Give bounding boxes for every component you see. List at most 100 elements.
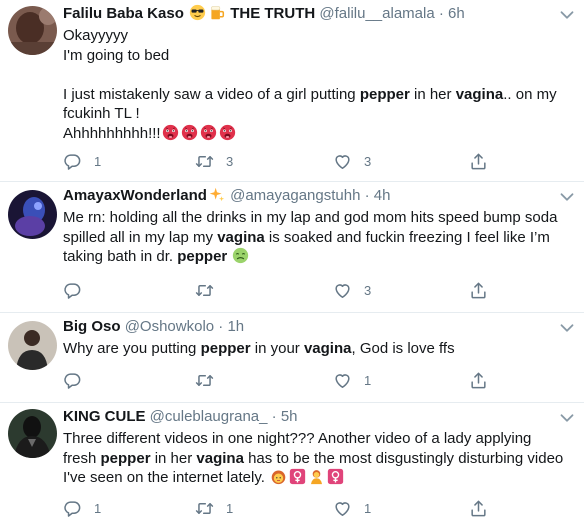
like-count: 1 [364, 372, 372, 388]
reply-icon [63, 281, 82, 300]
reply-button[interactable] [63, 279, 94, 301]
like-button[interactable]: 3 [333, 279, 371, 301]
hot-face-emoji [219, 124, 236, 141]
text-line: I just mistakenly saw a video of a girl … [63, 85, 557, 103]
woman-face-emoji [270, 468, 287, 485]
like-count: 3 [364, 282, 372, 298]
hot-face-emoji [200, 124, 217, 141]
handle[interactable]: @Oshowkolo [125, 318, 214, 335]
separator: · [271, 408, 277, 425]
share-icon [469, 371, 488, 390]
woman-bowing-emoji [308, 468, 325, 485]
sunglasses-face-emoji [189, 4, 206, 21]
text-line: I'm going to bed [63, 46, 170, 64]
retweet-icon [195, 499, 214, 518]
like-button[interactable]: 3 [333, 150, 371, 172]
tweet-2[interactable]: AmayaxWonderland @amayagangstuhh · 4h Me… [0, 182, 584, 313]
tweet-actions: 1 3 3 [63, 150, 503, 172]
reply-icon [63, 152, 82, 171]
retweet-icon [195, 281, 214, 300]
share-icon [469, 152, 488, 171]
reply-button[interactable]: 1 [63, 497, 101, 519]
tweet-header: KING CULE @culeblaugrana_ · 5h [63, 407, 298, 427]
text-line: Okayyyyy [63, 27, 129, 44]
display-name-suffix[interactable]: THE TRUTH [230, 5, 315, 22]
retweet-icon [195, 152, 214, 171]
sparkles-emoji [208, 186, 225, 203]
hot-face-emoji [162, 124, 179, 141]
nauseated-face-emoji [232, 247, 249, 264]
tweet-1[interactable]: Falilu Baba Kaso THE TRUTH @falilu__alam… [0, 0, 584, 182]
heart-icon [333, 281, 352, 300]
text-line: Me rn: holding all the drinks in my lap … [63, 209, 558, 226]
heart-icon [333, 499, 352, 518]
reply-count: 1 [94, 153, 102, 169]
female-sign-emoji [289, 468, 306, 485]
retweet-icon [195, 371, 214, 390]
heart-icon [333, 371, 352, 390]
timestamp[interactable]: 4h [374, 187, 391, 204]
avatar[interactable] [8, 409, 57, 458]
tweet-actions: 1 1 1 [63, 497, 503, 519]
tweet-actions: 1 [63, 369, 503, 391]
avatar[interactable] [8, 190, 57, 239]
tweet-text: Okayyyyy I'm going to bed I just mistake… [63, 26, 575, 143]
tweet-text: Three different videos in one night??? A… [63, 429, 575, 488]
reply-button[interactable]: 1 [63, 150, 101, 172]
share-button[interactable] [469, 150, 488, 172]
separator: · [218, 318, 224, 335]
display-name[interactable]: Big Oso [63, 318, 121, 335]
timestamp[interactable]: 5h [281, 408, 298, 425]
separator: · [438, 5, 444, 22]
timestamp[interactable]: 1h [227, 318, 244, 335]
like-button[interactable]: 1 [333, 369, 371, 391]
tweet-feed: Falilu Baba Kaso THE TRUTH @falilu__alam… [0, 0, 584, 524]
beer-mug-emoji [208, 4, 225, 21]
retweet-button[interactable]: 3 [195, 150, 233, 172]
chevron-down-icon[interactable] [556, 186, 578, 208]
like-button[interactable]: 1 [333, 497, 371, 519]
text-line: Three different videos in one night??? A… [63, 430, 532, 447]
text-line: taking bath in dr. pepper [63, 247, 575, 267]
tweet-4[interactable]: KING CULE @culeblaugrana_ · 5h Three dif… [0, 403, 584, 524]
reply-icon [63, 371, 82, 390]
display-name[interactable]: AmayaxWonderland [63, 187, 207, 204]
tweet-header: Falilu Baba Kaso THE TRUTH @falilu__alam… [63, 4, 465, 24]
retweet-button[interactable] [195, 279, 226, 301]
reply-button[interactable] [63, 369, 94, 391]
chevron-down-icon[interactable] [556, 317, 578, 339]
chevron-down-icon[interactable] [556, 407, 578, 429]
share-button[interactable] [469, 497, 488, 519]
share-icon [469, 499, 488, 518]
share-icon [469, 281, 488, 300]
retweet-button[interactable] [195, 369, 226, 391]
text-line: spilled all in my lap my vagina is soake… [63, 228, 550, 246]
tweet-header: AmayaxWonderland @amayagangstuhh · 4h [63, 186, 390, 206]
handle[interactable]: @culeblaugrana_ [150, 408, 268, 425]
female-sign-emoji [327, 468, 344, 485]
avatar[interactable] [8, 6, 57, 55]
like-count: 1 [364, 500, 372, 516]
timestamp[interactable]: 6h [448, 5, 465, 22]
handle[interactable]: @falilu__alamala [319, 5, 434, 22]
chevron-down-icon[interactable] [556, 4, 578, 26]
heart-icon [333, 152, 352, 171]
retweet-button[interactable]: 1 [195, 497, 233, 519]
text-line: fresh pepper in her vagina has to be the… [63, 449, 564, 467]
text-line: Ahhhhhhhhh!!! [63, 124, 575, 144]
tweet-actions: 3 [63, 279, 503, 301]
display-name[interactable]: KING CULE [63, 408, 146, 425]
separator: · [364, 187, 370, 204]
reply-icon [63, 499, 82, 518]
display-name[interactable]: Falilu Baba Kaso [63, 5, 184, 22]
share-button[interactable] [469, 279, 488, 301]
share-button[interactable] [469, 369, 488, 391]
tweet-text: Me rn: holding all the drinks in my lap … [63, 208, 575, 267]
tweet-3[interactable]: Big Oso @Oshowkolo · 1h Why are you putt… [0, 313, 584, 403]
avatar[interactable] [8, 321, 57, 370]
hot-face-emoji [181, 124, 198, 141]
tweet-text: Why are you putting pepper in your vagin… [63, 339, 575, 359]
handle[interactable]: @amayagangstuhh [230, 187, 360, 204]
text-line: I've seen on the internet lately. [63, 468, 575, 488]
